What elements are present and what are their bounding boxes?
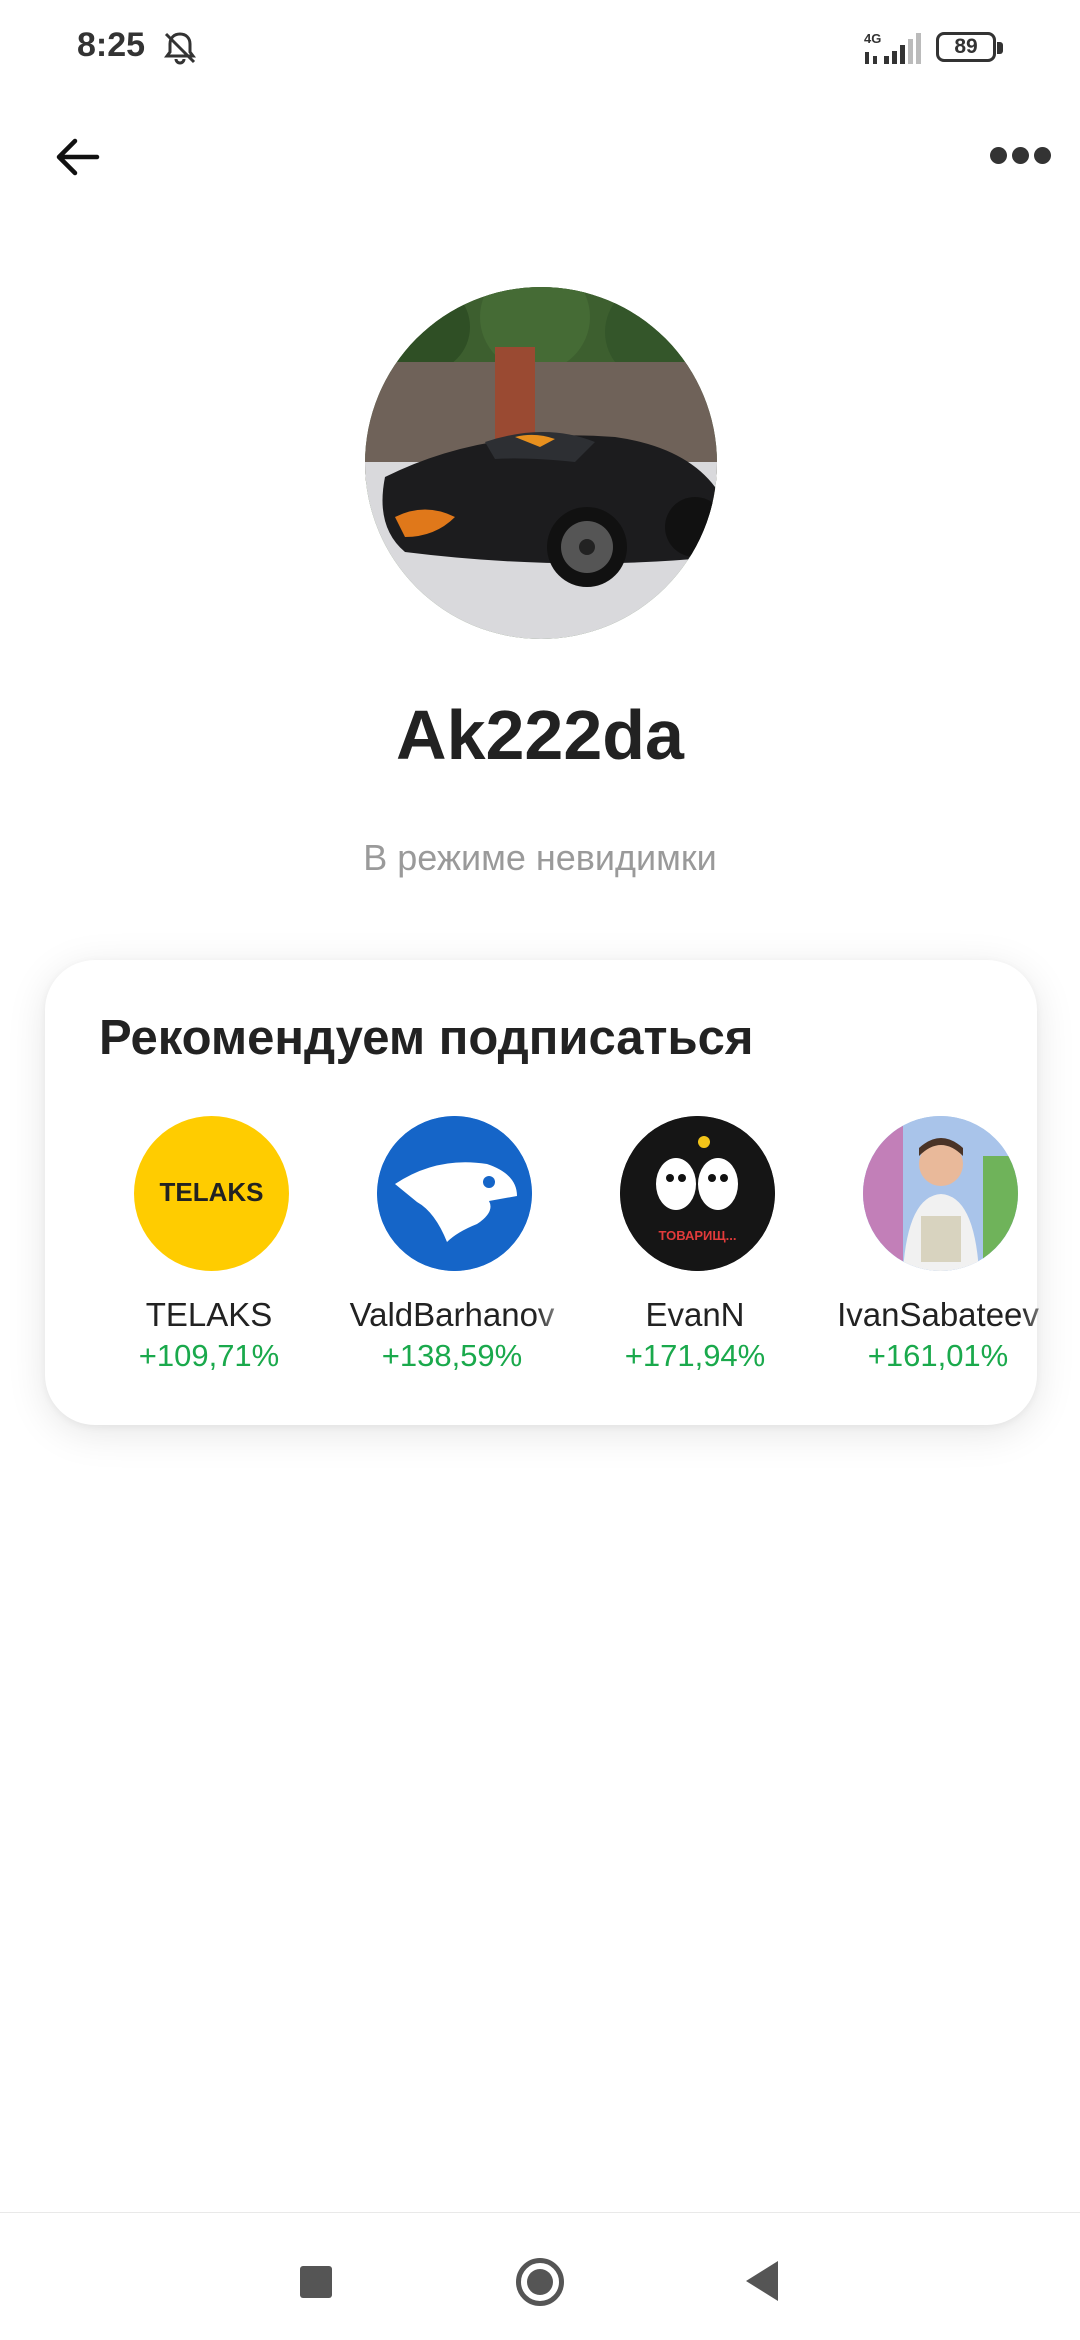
arrow-left-icon [56, 138, 100, 176]
profile-username: Ak222da [396, 696, 684, 774]
car-photo [365, 287, 717, 639]
signal-icon: 4G [864, 31, 921, 64]
recommended-user[interactable]: IvanSabateev +161,01% [828, 1116, 1048, 1373]
battery-level: 89 [954, 35, 978, 58]
system-nav-bar [0, 2213, 1080, 2340]
profile-avatar[interactable] [365, 287, 717, 639]
recommendations-title: Рекомендуем подписаться [99, 1011, 754, 1065]
status-time: 8:25 [77, 26, 146, 64]
recommended-user-name: EvanN [645, 1296, 745, 1333]
svg-text:ТОВАРИЩ...: ТОВАРИЩ... [659, 1228, 737, 1243]
recommended-user[interactable]: TELAKS TELAKS +109,71% [99, 1116, 319, 1373]
status-bar: 8:25 4G 89 [0, 0, 1080, 100]
recommended-user-gain: +161,01% [867, 1338, 1009, 1373]
network-type: 4G [864, 31, 881, 46]
recommendations-card: Рекомендуем подписаться TELAKS TELAKS +1… [45, 960, 1039, 1425]
telaks-avatar: TELAKS [134, 1116, 289, 1271]
more-dot [1033, 146, 1051, 164]
recommended-user-gain: +171,94% [624, 1338, 766, 1373]
more-dots-icon [989, 146, 1007, 164]
recommended-user-gain: +109,71% [138, 1338, 280, 1373]
recommended-user[interactable]: ТОВАРИЩ... EvanN +171,94% [585, 1116, 805, 1373]
system-back-icon[interactable] [746, 2261, 778, 2301]
profile-status: В режиме невидимки [363, 837, 717, 878]
person-photo-avatar [863, 1116, 1018, 1271]
more-options-button[interactable] [980, 130, 1060, 180]
home-icon[interactable] [516, 2258, 564, 2306]
recommended-user[interactable]: ValdBarhanov +138,59% [342, 1116, 562, 1373]
svg-text:TELAKS: TELAKS [160, 1177, 264, 1207]
recommended-user-name: ValdBarhanov [349, 1296, 555, 1333]
recommended-user-gain: +138,59% [381, 1338, 523, 1373]
recommended-user-name: IvanSabateev [837, 1296, 1039, 1333]
bell-muted-icon [164, 32, 196, 65]
back-button[interactable] [42, 122, 112, 192]
battery-icon: 89 [936, 32, 1006, 66]
cartoon-avatar: ТОВАРИЩ... [620, 1116, 775, 1271]
recommended-user-name: TELAKS [145, 1296, 273, 1333]
eagle-logo-avatar [377, 1116, 532, 1271]
more-dot [1011, 146, 1029, 164]
recent-apps-icon[interactable] [300, 2266, 332, 2298]
